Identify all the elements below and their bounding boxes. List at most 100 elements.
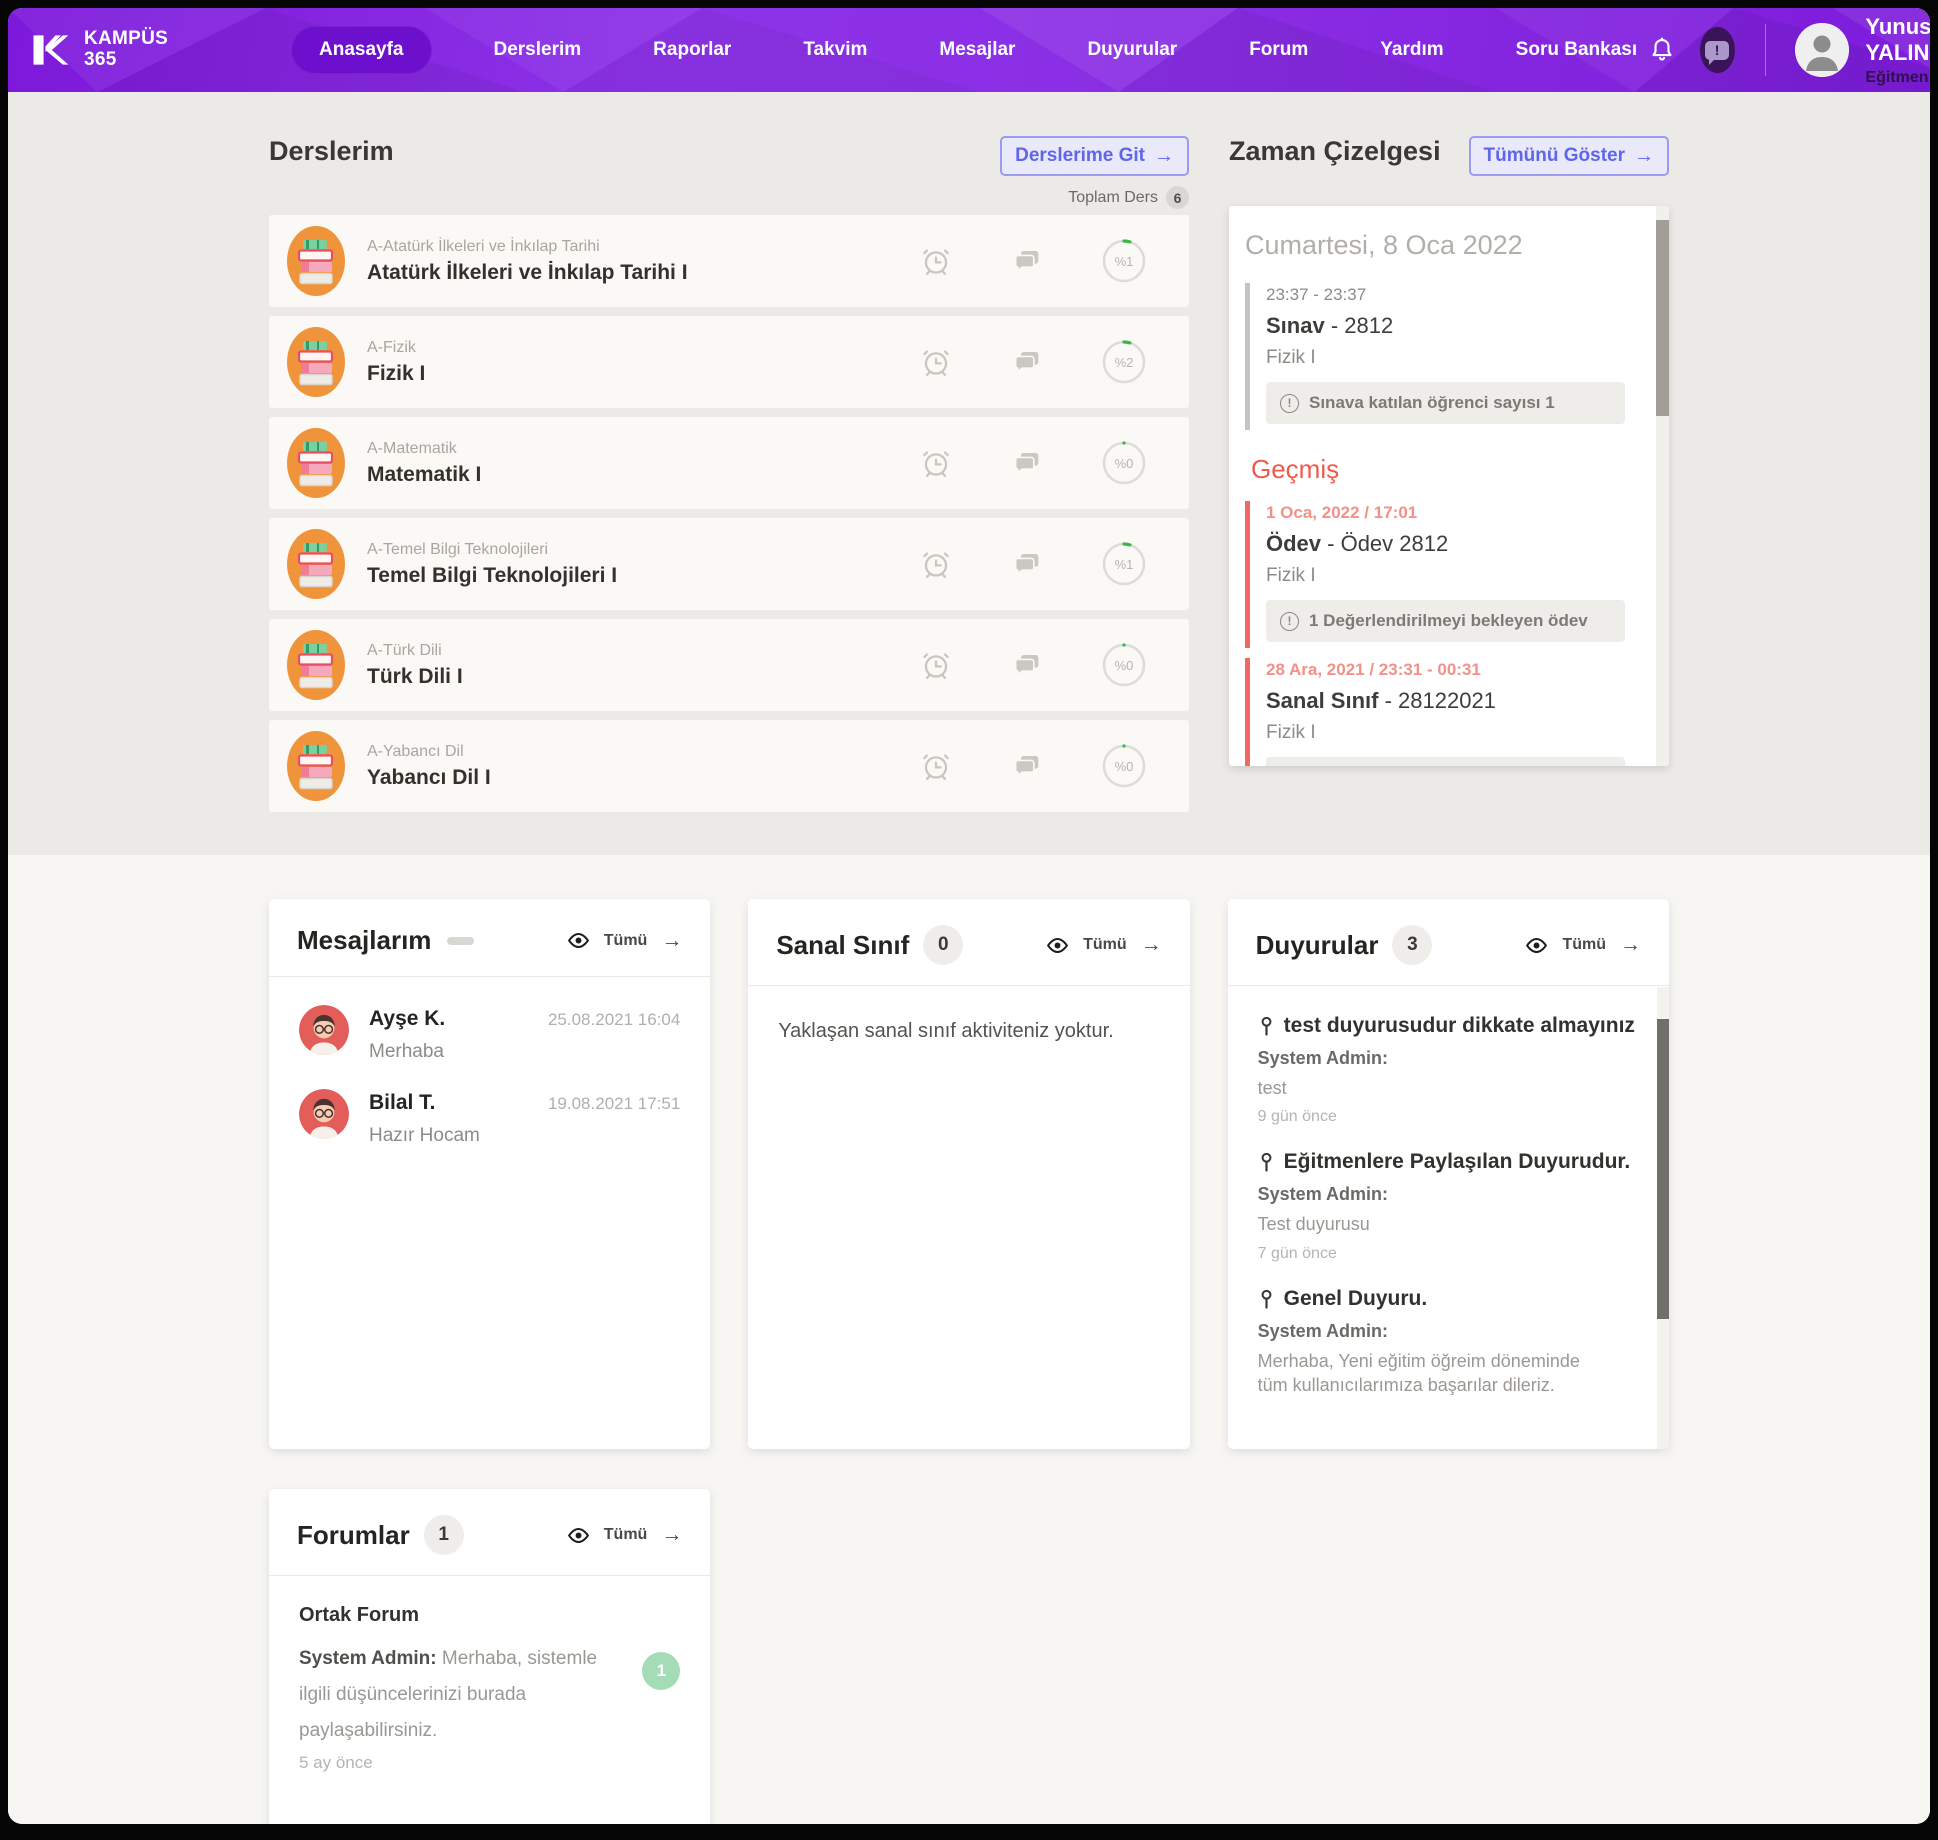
course-books-icon [287, 731, 345, 801]
reminder-clock-icon[interactable] [919, 446, 953, 480]
show-all-timeline-button[interactable]: Tümünü Göster → [1469, 136, 1669, 176]
nav-item-yardim[interactable]: Yardım [1370, 26, 1453, 74]
course-progress-label: %0 [1101, 743, 1147, 789]
announcements-view-all-link[interactable]: Tümü → [1525, 933, 1641, 957]
course-progress-label: %1 [1101, 238, 1147, 284]
nav-item-forum[interactable]: Forum [1239, 26, 1318, 74]
reminder-clock-icon[interactable] [919, 547, 953, 581]
course-title: Matematik I [367, 463, 481, 487]
nav-item-takvim[interactable]: Takvim [793, 26, 877, 74]
course-actions: %0 [919, 642, 1147, 688]
course-row[interactable]: A-Atatürk İlkeleri ve İnkılap Tarihi Ata… [269, 215, 1189, 307]
message-list-item[interactable]: Bilal T. Hazır Hocam 19.08.2021 17:51 [299, 1089, 680, 1147]
announcements-card: Duyurular 3 Tümü → [1228, 899, 1669, 1449]
course-actions: %2 [919, 339, 1147, 385]
total-courses: Toplam Ders 6 [1000, 186, 1189, 209]
announcement-time: 9 gün önce [1258, 1108, 1639, 1126]
arrow-right-icon: → [661, 929, 682, 953]
pin-icon [1258, 1015, 1275, 1037]
announcement-body: Test duyurusu [1258, 1212, 1588, 1236]
course-chat-icon[interactable] [1011, 750, 1043, 782]
total-courses-badge: 6 [1166, 186, 1189, 209]
course-chat-icon[interactable] [1011, 649, 1043, 681]
course-row[interactable]: A-Yabancı Dil Yabancı Dil I %0 [269, 720, 1189, 812]
reminder-clock-icon[interactable] [919, 749, 953, 783]
arrow-right-icon: → [661, 1523, 682, 1547]
dashboard-top-section: Derslerim Derslerime Git → Toplam Ders 6 [8, 92, 1930, 855]
event-title: Sanal Sınıf - 28122021 [1266, 688, 1625, 714]
kampus-logo-icon [28, 28, 72, 72]
course-chat-icon[interactable] [1011, 245, 1043, 277]
go-to-courses-button[interactable]: Derslerime Git → [1000, 136, 1189, 176]
reminder-clock-icon[interactable] [919, 244, 953, 278]
timeline-past-heading: Geçmiş [1251, 454, 1625, 485]
virtual-classroom-title: Sanal Sınıf [776, 930, 909, 961]
event-note: Sınava katılan öğrenci sayısı 1 [1266, 382, 1625, 424]
course-category: A-Fizik [367, 339, 425, 357]
messages-view-all-link[interactable]: Tümü → [567, 929, 683, 953]
course-progress-ring: %0 [1101, 743, 1147, 789]
main-navigation: Anasayfa Derslerim Raporlar Takvim Mesaj… [291, 26, 1647, 74]
course-row[interactable]: A-Türk Dili Türk Dili I %0 [269, 619, 1189, 711]
reminder-clock-icon[interactable] [919, 345, 953, 379]
nav-item-soru-bankasi[interactable]: Soru Bankası [1506, 26, 1647, 74]
info-icon [1280, 612, 1299, 631]
reminder-clock-icon[interactable] [919, 648, 953, 682]
message-preview: Merhaba [369, 1041, 445, 1063]
course-actions: %1 [919, 238, 1147, 284]
alerts-button[interactable] [1700, 27, 1735, 73]
course-title: Türk Dili I [367, 665, 463, 689]
pin-icon [1258, 1151, 1275, 1173]
announcement-title[interactable]: Eğitmenlere Paylaşılan Duyurudur. [1258, 1150, 1639, 1174]
course-row[interactable]: A-Fizik Fizik I %2 [269, 316, 1189, 408]
announcement-title[interactable]: test duyurusudur dikkate almayınız [1258, 1014, 1639, 1038]
top-navbar: KAMPÜS 365 Anasayfa Derslerim Raporlar T… [8, 8, 1930, 92]
course-actions: %0 [919, 743, 1147, 789]
brand[interactable]: KAMPÜS 365 [28, 28, 263, 72]
virtual-classroom-view-all-link[interactable]: Tümü → [1046, 933, 1162, 957]
course-progress-label: %0 [1101, 642, 1147, 688]
course-info: A-Atatürk İlkeleri ve İnkılap Tarihi Ata… [367, 238, 688, 285]
course-row[interactable]: A-Matematik Matematik I %0 [269, 417, 1189, 509]
nav-item-derslerim[interactable]: Derslerim [484, 26, 592, 74]
timeline-scrollbar-thumb[interactable] [1656, 220, 1669, 416]
user-menu[interactable]: Yunus YALIN Eğitmen [1795, 14, 1930, 87]
course-chat-icon[interactable] [1011, 346, 1043, 378]
nav-item-raporlar[interactable]: Raporlar [643, 26, 741, 74]
user-name: Yunus YALIN [1865, 14, 1930, 66]
nav-item-duyurular[interactable]: Duyurular [1077, 26, 1187, 74]
notifications-bell-icon[interactable] [1647, 30, 1677, 70]
virtual-classroom-empty-text: Yaklaşan sanal sınıf aktiviteniz yoktur. [778, 1014, 1159, 1043]
dashboard-bottom-section: Mesajlarım Tümü → [8, 855, 1930, 1824]
event-time: 23:37 - 23:37 [1266, 285, 1625, 305]
announcements-scrollbar [1657, 987, 1669, 1449]
announcement-author: System Admin: [1258, 1321, 1639, 1342]
course-title: Atatürk İlkeleri ve İnkılap Tarihi I [367, 261, 688, 285]
course-chat-icon[interactable] [1011, 548, 1043, 580]
announcement-title[interactable]: Genel Duyuru. [1258, 1287, 1639, 1311]
nav-item-anasayfa[interactable]: Anasayfa [291, 26, 432, 74]
sender-avatar [299, 1005, 349, 1055]
eye-icon [567, 1524, 590, 1547]
eye-icon [1525, 934, 1548, 957]
announcement-time: 7 gün önce [1258, 1245, 1639, 1263]
bell-icon [1647, 34, 1677, 66]
event-date: 1 Oca, 2022 / 17:01 [1266, 503, 1625, 523]
course-actions: %1 [919, 541, 1147, 587]
virtual-classroom-card: Sanal Sınıf 0 Tümü → Yaklaşan sanal [748, 899, 1189, 1449]
navbar-right: Yunus YALIN Eğitmen [1647, 14, 1930, 87]
timeline-panel-title: Zaman Çizelgesi [1229, 136, 1441, 167]
message-list-item[interactable]: Ayşe K. Merhaba 25.08.2021 16:04 [299, 1005, 680, 1063]
announcements-scrollbar-thumb[interactable] [1657, 1019, 1669, 1319]
course-chat-icon[interactable] [1011, 447, 1043, 479]
announcement-item: Genel Duyuru. System Admin: Merhaba, Yen… [1258, 1287, 1639, 1398]
course-info: A-Matematik Matematik I [367, 440, 481, 487]
sender-name: Ayşe K. [369, 1007, 445, 1031]
forums-view-all-link[interactable]: Tümü → [567, 1523, 683, 1547]
course-category: A-Yabancı Dil [367, 743, 491, 761]
forum-list-item[interactable]: Ortak Forum System Admin: Merhaba, siste… [299, 1604, 680, 1773]
event-date: 28 Ara, 2021 / 23:31 - 00:31 [1266, 660, 1625, 680]
announcement-author: System Admin: [1258, 1184, 1639, 1205]
course-row[interactable]: A-Temel Bilgi Teknolojileri Temel Bilgi … [269, 518, 1189, 610]
nav-item-mesajlar[interactable]: Mesajlar [929, 26, 1025, 74]
